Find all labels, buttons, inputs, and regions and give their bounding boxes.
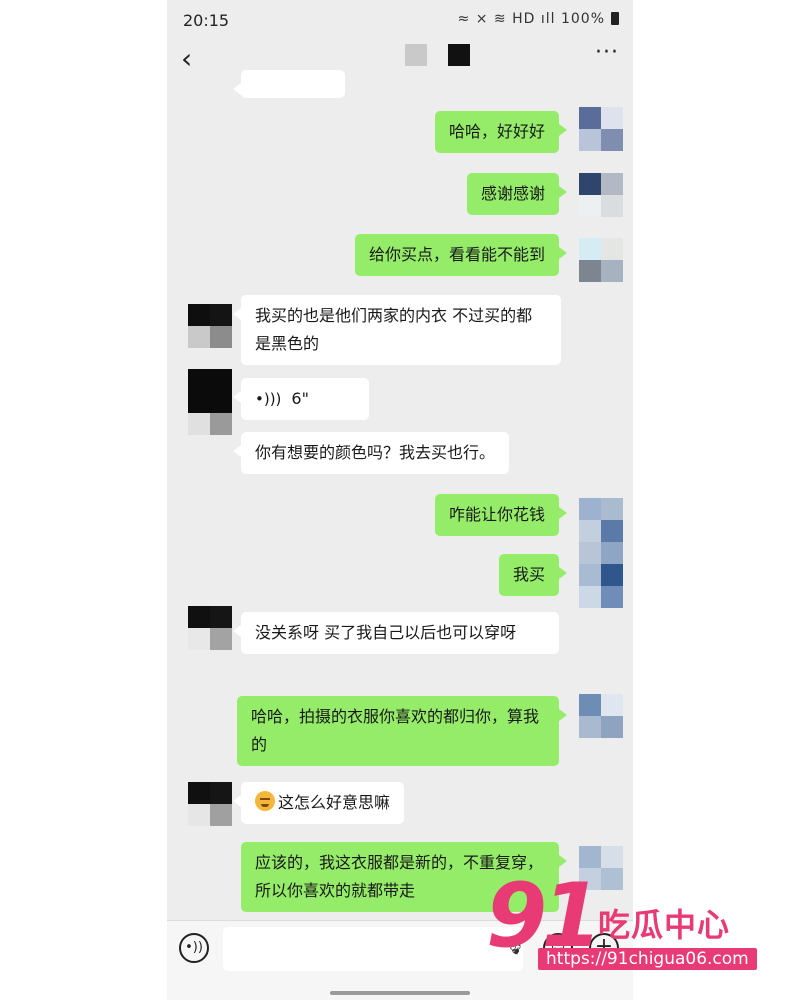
message-bubble[interactable]: 我买的也是他们两家的内衣 不过买的都是黑色的 [233, 295, 561, 365]
avatar-self[interactable] [579, 107, 623, 151]
voice-duration: 6" [291, 389, 309, 408]
message-bubble[interactable]: 哈哈，拍摄的衣服你喜欢的都归你，算我的 [237, 696, 567, 766]
avatar-self[interactable] [579, 173, 623, 217]
censored-title-block [405, 44, 427, 66]
avatar-contact[interactable] [188, 782, 232, 826]
status-icons: ≈ ⨯ ≋ HD ıll 100% [458, 11, 605, 27]
status-time: 20:15 [183, 11, 230, 30]
avatar-self[interactable] [579, 694, 623, 738]
watermark: 91 吃瓜中心 https://91chigua06.com [486, 866, 786, 976]
back-icon[interactable]: ‹ [181, 44, 211, 74]
battery-percent: 100% [560, 11, 605, 27]
home-indicator[interactable] [330, 991, 470, 995]
message-text: 哈哈，好好好 [448, 122, 545, 141]
voice-message-bubble[interactable]: •))) 6" [233, 378, 369, 420]
message-list[interactable]: 哈哈，好好好 感谢感谢 给你买点，看看能不能到 我买的也是他们两家的内衣 不过买… [167, 70, 633, 920]
message-bubble[interactable]: 你有想要的颜色吗？我去买也行。 [232, 432, 510, 474]
watermark-url: https://91chigua06.com [538, 948, 757, 970]
voice-input-toggle-icon[interactable]: •)) [179, 933, 209, 963]
avatar-contact[interactable] [188, 369, 232, 435]
message-bubble[interactable]: 给你买点，看看能不能到 [354, 234, 568, 276]
avatar-self[interactable] [579, 498, 623, 608]
battery-icon [611, 12, 619, 25]
status-indicator-icons: ≈ ⨯ ≋ HD ıll [457, 11, 556, 27]
message-bubble[interactable]: 哈哈，好好好 [434, 111, 568, 153]
emoji-face-icon [255, 791, 275, 811]
message-bubble[interactable]: 没关系呀 买了我自己以后也可以穿呀 [233, 612, 559, 654]
message-input[interactable] [223, 927, 523, 971]
censored-title-block [448, 44, 470, 66]
message-text: 咋能让你花钱 [448, 505, 545, 524]
chat-header: ‹ ··· [167, 38, 633, 82]
message-bubble[interactable]: 这怎么好意思嘛 [232, 782, 405, 824]
avatar-contact[interactable] [188, 606, 232, 650]
avatar-contact[interactable] [188, 304, 232, 348]
message-bubble[interactable]: 感谢感谢 [466, 173, 568, 215]
message-text: 哈哈，拍摄的衣服你喜欢的都归你，算我的 [251, 707, 540, 754]
status-bar: 20:15 ≈ ⨯ ≋ HD ıll 100% [167, 0, 633, 38]
message-text: 感谢感谢 [480, 184, 545, 203]
message-text: 给你买点，看看能不能到 [368, 245, 545, 264]
message-text: 没关系呀 买了我自己以后也可以穿呀 [255, 623, 517, 642]
phone-screen: 20:15 ≈ ⨯ ≋ HD ıll 100% ‹ ··· 哈哈，好好好 感谢感… [167, 0, 633, 1000]
message-text: 你有想要的颜色吗？我去买也行。 [255, 443, 496, 462]
message-text: 我买 [512, 565, 545, 584]
message-bubble[interactable]: 咋能让你花钱 [434, 494, 568, 536]
message-bubble-partial [233, 70, 345, 98]
watermark-name: 吃瓜中心 [598, 906, 731, 944]
more-options-icon[interactable]: ··· [595, 40, 619, 65]
message-bubble[interactable]: 我买 [498, 554, 568, 596]
message-text: 我买的也是他们两家的内衣 不过买的都是黑色的 [255, 306, 533, 353]
avatar-self[interactable] [579, 238, 623, 282]
voice-wave-icon: •))) [255, 390, 282, 408]
message-text: 这怎么好意思嘛 [278, 793, 391, 812]
